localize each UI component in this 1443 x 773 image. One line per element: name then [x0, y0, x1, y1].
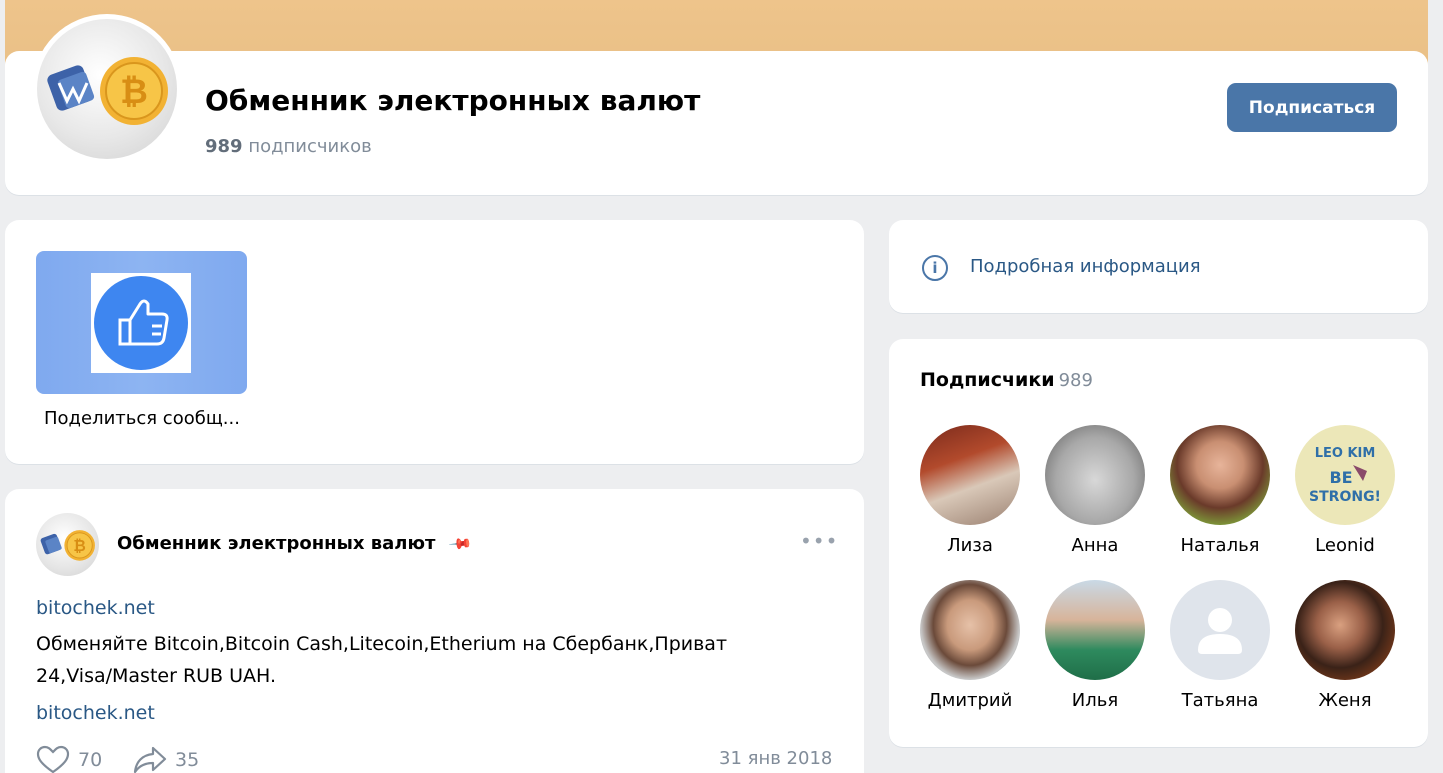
subscriber-item[interactable]: Наталья	[1160, 425, 1280, 556]
svg-text:₿: ₿	[120, 72, 148, 112]
share-arrow-icon	[133, 746, 167, 773]
more-options-icon[interactable]: •••	[800, 529, 838, 553]
subscriber-avatar: LEO KIM BE STRONG!	[1295, 425, 1395, 525]
info-card[interactable]: i Подробная информация	[889, 220, 1428, 313]
subscriber-item[interactable]: Татьяна	[1160, 580, 1280, 711]
details-link[interactable]: Подробная информация	[970, 256, 1201, 277]
subscriber-name: Наталья	[1180, 535, 1260, 556]
subscribers-title-count: 989	[1058, 370, 1093, 391]
post-link[interactable]: bitochek.net	[36, 597, 155, 619]
svg-text:STRONG!: STRONG!	[1309, 489, 1381, 505]
share-label: Поделиться сообщ...	[44, 408, 240, 429]
subscriber-item[interactable]: Анна	[1035, 425, 1155, 556]
default-avatar-icon	[1170, 580, 1270, 680]
like-button[interactable]: 70	[36, 745, 102, 773]
subscribers-card: Подписчики 989 Лиза Анна Наталья LEO KIM …	[889, 339, 1428, 747]
subscriber-avatar	[1295, 580, 1395, 680]
post-text: Обменяйте Bitcoin,Bitcoin Cash,Litecoin,…	[36, 633, 728, 687]
subscriber-item[interactable]: LEO KIM BE STRONG! Leonid	[1285, 425, 1405, 556]
share-icon-frame	[91, 273, 191, 373]
subscriber-avatar	[920, 580, 1020, 680]
subscriber-item[interactable]: Лиза	[910, 425, 1030, 556]
subscribers-summary[interactable]: 989 подписчиков	[205, 136, 372, 157]
thumbs-up-icon	[94, 276, 188, 370]
subscriber-avatar	[1045, 425, 1145, 525]
group-title: Обменник электронных валют	[205, 84, 701, 117]
like-count: 70	[78, 749, 103, 771]
subscriber-avatar	[1045, 580, 1145, 680]
subscriber-name: Дмитрий	[927, 690, 1013, 711]
svg-text:BE: BE	[1329, 468, 1352, 487]
group-avatar[interactable]: ₿	[37, 19, 177, 159]
share-count: 35	[175, 749, 200, 771]
subscriber-name: Анна	[1071, 535, 1119, 556]
exchange-logo-icon: ₿	[40, 530, 95, 561]
svg-text:LEO KIM: LEO KIM	[1315, 446, 1376, 461]
svg-text:₿: ₿	[73, 537, 85, 555]
subscriber-name: Женя	[1318, 690, 1372, 711]
heart-icon	[36, 745, 70, 773]
post-card: ₿ Обменник электронных валют 📌 ••• bitoc…	[5, 489, 864, 773]
subscribers-title[interactable]: Подписчики 989	[920, 369, 1093, 391]
post-author-name[interactable]: Обменник электронных валют	[117, 533, 435, 554]
subscriber-name: Leonid	[1315, 535, 1375, 556]
post-author-avatar[interactable]: ₿	[36, 513, 99, 576]
subscribers-label: подписчиков	[248, 136, 372, 157]
subscriber-avatar	[920, 425, 1020, 525]
info-icon: i	[922, 255, 948, 281]
subscribe-button[interactable]: Подписаться	[1227, 83, 1397, 132]
share-card: Поделиться сообщ...	[5, 220, 864, 464]
subscriber-avatar	[1170, 425, 1270, 525]
subscriber-name: Татьяна	[1181, 690, 1259, 711]
subscriber-name: Лиза	[947, 535, 993, 556]
post-link-secondary[interactable]: bitochek.net	[36, 702, 155, 724]
post-date[interactable]: 31 янв 2018	[719, 748, 832, 769]
pin-icon: 📌	[447, 531, 474, 557]
subscriber-item[interactable]: Дмитрий	[910, 580, 1030, 711]
subscriber-item[interactable]: Илья	[1035, 580, 1155, 711]
exchange-logo-icon: ₿	[47, 57, 168, 125]
subscriber-item[interactable]: Женя	[1285, 580, 1405, 711]
subscriber-name: Илья	[1071, 690, 1119, 711]
subscribers-count: 989	[205, 136, 243, 157]
subscribers-title-label: Подписчики	[920, 369, 1055, 391]
share-community-tile[interactable]	[36, 251, 247, 394]
group-header-card	[5, 51, 1428, 195]
share-button[interactable]: 35	[133, 745, 199, 773]
